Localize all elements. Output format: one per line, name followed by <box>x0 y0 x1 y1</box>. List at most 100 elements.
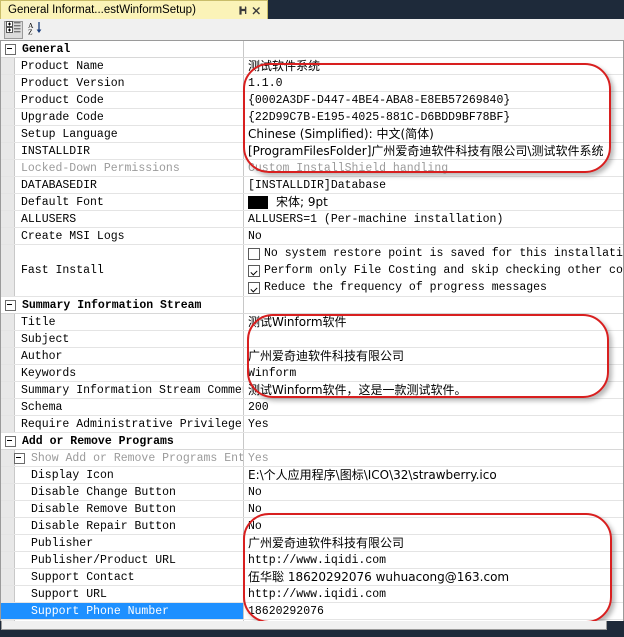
property-value-cell[interactable]: 广州爱奇迪软件科技有限公司 <box>244 348 623 364</box>
property-name-cell[interactable]: Product Version <box>1 75 244 91</box>
property-row[interactable]: Setup Language Chinese (Simplified): 中文(简… <box>1 126 623 143</box>
property-name-cell[interactable]: Disable Remove Button <box>1 501 244 517</box>
property-row[interactable]: DATABASEDIR [INSTALLDIR]Database <box>1 177 623 194</box>
property-name-cell[interactable]: Require Administrative Privileges <box>1 416 244 432</box>
collapse-toggle-icon[interactable] <box>5 435 16 447</box>
checkbox-checked-icon[interactable] <box>248 281 260 294</box>
property-row[interactable]: Disable Remove Button No <box>1 501 623 518</box>
checkbox-unchecked-icon[interactable] <box>248 247 260 260</box>
property-value-cell[interactable]: Winform <box>244 365 623 381</box>
property-row[interactable]: Support Contact 伍华聡 18620292076 wuhuacong… <box>1 569 623 586</box>
property-value-cell[interactable]: No <box>244 518 623 534</box>
property-value-cell[interactable]: 宋体; 9pt <box>244 194 623 210</box>
property-name-cell[interactable]: Title <box>1 314 244 330</box>
property-value-cell[interactable]: Chinese (Simplified): 中文(简体) <box>244 126 623 142</box>
property-name-cell[interactable]: Fast Install <box>1 245 244 296</box>
property-row[interactable]: Author 广州爱奇迪软件科技有限公司 <box>1 348 623 365</box>
property-row[interactable]: Publisher/Product URL http://www.iqidi.co… <box>1 552 623 569</box>
property-name-cell[interactable]: Support Phone Number <box>1 603 244 619</box>
property-name-cell[interactable]: Disable Change Button <box>1 484 244 500</box>
property-row[interactable]: Create MSI Logs No <box>1 228 623 245</box>
property-name-cell[interactable]: Show Add or Remove Programs Entry <box>1 450 244 466</box>
property-row[interactable]: Product Version 1.1.0 <box>1 75 623 92</box>
property-value-cell[interactable] <box>244 331 623 347</box>
property-name-cell[interactable]: Keywords <box>1 365 244 381</box>
collapse-toggle-icon[interactable] <box>5 299 16 311</box>
property-row[interactable]: Locked-Down Permissions Custom InstallShi… <box>1 160 623 177</box>
property-value-cell[interactable]: No <box>244 484 623 500</box>
property-name-cell[interactable]: Locked-Down Permissions <box>1 160 244 176</box>
collapse-toggle-icon[interactable] <box>14 452 25 464</box>
property-name-cell[interactable]: Publisher/Product URL <box>1 552 244 568</box>
property-value-cell[interactable]: {22D99C7B-E195-4025-881C-D6BDD9BF78BF} <box>244 109 623 125</box>
property-value-cell[interactable]: http://www.iqidi.com <box>244 552 623 568</box>
property-name-cell[interactable]: Setup Language <box>1 126 244 142</box>
property-name-cell[interactable]: Product Name <box>1 58 244 74</box>
property-row[interactable]: Default Font 宋体; 9pt <box>1 194 623 211</box>
property-name-cell[interactable]: Author <box>1 348 244 364</box>
property-value-cell[interactable]: No <box>244 501 623 517</box>
property-row[interactable]: Schema 200 <box>1 399 623 416</box>
property-row[interactable]: Require Administrative Privileges Yes <box>1 416 623 433</box>
property-row[interactable]: Display Icon E:\个人应用程序\图标\ICO\32\strawber… <box>1 467 623 484</box>
checkbox-line[interactable]: Perform only File Costing and skip check… <box>248 262 623 279</box>
property-name-cell[interactable]: Upgrade Code <box>1 109 244 125</box>
property-name-cell[interactable]: Default Font <box>1 194 244 210</box>
property-name-cell[interactable]: Summary Information Stream Comments <box>1 382 244 398</box>
property-value-cell[interactable]: http://www.iqidi.com <box>244 586 623 602</box>
property-value-cell[interactable]: Yes <box>244 450 623 466</box>
property-value-cell[interactable]: Yes <box>244 416 623 432</box>
categorized-view-button[interactable] <box>4 20 23 39</box>
property-row[interactable]: Keywords Winform <box>1 365 623 382</box>
property-value-cell[interactable]: 伍华聡 18620292076 wuhuacong@163.com <box>244 569 623 585</box>
pin-icon[interactable] <box>237 3 250 18</box>
property-name-cell[interactable]: Support URL <box>1 586 244 602</box>
checkbox-line[interactable]: Reduce the frequency of progress message… <box>248 279 547 296</box>
checkbox-checked-icon[interactable] <box>248 264 260 277</box>
property-row[interactable]: Publisher 广州爱奇迪软件科技有限公司 <box>1 535 623 552</box>
property-value-cell[interactable]: 测试软件系统 <box>244 58 623 74</box>
property-name-cell[interactable]: ALLUSERS <box>1 211 244 227</box>
checkbox-line[interactable]: No system restore point is saved for thi… <box>248 245 623 262</box>
property-row[interactable]: Upgrade Code {22D99C7B-E195-4025-881C-D6B… <box>1 109 623 126</box>
property-row[interactable]: Disable Change Button No <box>1 484 623 501</box>
property-value-cell[interactable]: [ProgramFilesFolder]广州爱奇迪软件科技有限公司\测试软件系统 <box>244 143 623 159</box>
property-row[interactable]: Title 测试Winform软件 <box>1 314 623 331</box>
property-value-cell[interactable]: {0002A3DF-D447-4BE4-ABA8-E8EB57269840} <box>244 92 623 108</box>
property-value-cell[interactable]: 1.1.0 <box>244 75 623 91</box>
property-row[interactable]: Fast Install No system restore point is s… <box>1 245 623 297</box>
property-value-cell[interactable]: 测试Winform软件 <box>244 314 623 330</box>
property-value-cell[interactable]: 18620292076 <box>244 603 623 619</box>
collapse-toggle-icon[interactable] <box>5 43 16 55</box>
property-row[interactable]: Summary Information Stream Comments 测试Win… <box>1 382 623 399</box>
property-name-cell[interactable]: Disable Repair Button <box>1 518 244 534</box>
property-value-cell[interactable]: No system restore point is saved for thi… <box>244 245 623 296</box>
font-color-swatch[interactable] <box>248 195 268 209</box>
property-value-cell[interactable]: [INSTALLDIR]Database <box>244 177 623 193</box>
property-value-cell[interactable]: 广州爱奇迪软件科技有限公司 <box>244 535 623 551</box>
property-value-cell[interactable]: 测试Winform软件，这是一款测试软件。 <box>244 382 623 398</box>
property-name-cell[interactable]: INSTALLDIR <box>1 143 244 159</box>
property-row[interactable]: Product Code {0002A3DF-D447-4BE4-ABA8-E8E… <box>1 92 623 109</box>
property-row[interactable]: Support Phone Number 18620292076 <box>1 603 623 620</box>
property-name-cell[interactable]: Schema <box>1 399 244 415</box>
property-name-cell[interactable]: Display Icon <box>1 467 244 483</box>
property-name-cell[interactable]: Subject <box>1 331 244 347</box>
property-row[interactable]: ALLUSERS ALLUSERS=1 (Per-machine installa… <box>1 211 623 228</box>
property-value-cell[interactable]: Custom InstallShield handling <box>244 160 623 176</box>
property-name-cell[interactable]: Create MSI Logs <box>1 228 244 244</box>
property-grid[interactable]: General Product Name 测试软件系统 Product Version… <box>0 41 624 621</box>
property-value-cell[interactable]: 200 <box>244 399 623 415</box>
property-row[interactable]: Subject <box>1 331 623 348</box>
property-row[interactable]: INSTALLDIR [ProgramFilesFolder]广州爱奇迪软件科技有… <box>1 143 623 160</box>
property-name-cell[interactable]: Product Code <box>1 92 244 108</box>
property-value-cell[interactable]: No <box>244 228 623 244</box>
property-name-cell[interactable]: Support Contact <box>1 569 244 585</box>
property-value-cell[interactable]: ALLUSERS=1 (Per-machine installation) <box>244 211 623 227</box>
property-row[interactable]: Disable Repair Button No <box>1 518 623 535</box>
property-row[interactable]: Support URL http://www.iqidi.com <box>1 586 623 603</box>
property-row[interactable]: Product Name 测试软件系统 <box>1 58 623 75</box>
property-value-cell[interactable]: E:\个人应用程序\图标\ICO\32\strawberry.ico <box>244 467 623 483</box>
tab-general-information[interactable]: General Informat...estWinformSetup) <box>0 0 268 19</box>
property-name-cell[interactable]: Publisher <box>1 535 244 551</box>
